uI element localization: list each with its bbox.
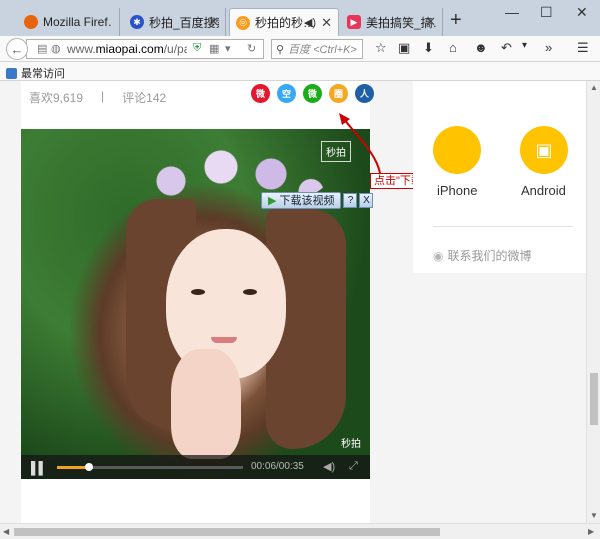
video-panel: 喜欢9,619 | 评论142 微 空 微 圈 人 秒拍 秒拍 ▌▌ 00:06… [21, 81, 374, 523]
navigation-toolbar: ▤ ◍ www.miaopai.com/u/pai ⛨ ▦ ▾ ↻ ← ⚲ 百度… [0, 36, 600, 62]
meipai-icon: ▶ [347, 15, 361, 29]
firefox-icon [24, 15, 38, 29]
scrollbar-thumb[interactable] [590, 373, 598, 425]
iphone-label[interactable]: iPhone [437, 183, 477, 198]
progress-bar[interactable] [57, 463, 243, 471]
undo-dropdown-icon[interactable]: ▾ [522, 40, 527, 51]
stats-separator: | [101, 89, 105, 103]
fullscreen-icon[interactable]: ⤢ [349, 460, 358, 473]
scroll-up-icon[interactable]: ▲ [590, 83, 598, 92]
play-icon: ▶ [268, 194, 277, 207]
android-label[interactable]: Android [521, 183, 566, 198]
weibo-link-label: 联系我们的微博 [447, 249, 532, 263]
dropdown-icon[interactable]: ▾ [225, 42, 231, 55]
scroll-right-icon[interactable]: ▶ [588, 527, 594, 536]
bookmarks-toolbar: 最常访问 [0, 62, 600, 81]
baidu-paw-icon: ✱ [130, 15, 144, 29]
tab-label: Mozilla Firef… [43, 15, 113, 29]
scroll-down-icon[interactable]: ▼ [590, 511, 598, 520]
close-icon[interactable]: ✕ [321, 15, 332, 31]
video-player[interactable]: 秒拍 秒拍 ▌▌ 00:06/00:35 ◀) ⤢ [21, 129, 370, 479]
close-download-button[interactable]: X [359, 192, 374, 208]
qzone-share-icon[interactable]: 空 [277, 84, 296, 103]
download-video-button[interactable]: ▶ 下载该视频 [261, 191, 342, 209]
help-button[interactable]: ? [343, 192, 358, 208]
new-tab-button[interactable]: + [450, 10, 462, 30]
back-button[interactable]: ← [6, 38, 28, 60]
weibo-share-icon[interactable]: 微 [251, 84, 270, 103]
page-content: 喜欢9,619 | 评论142 微 空 微 圈 人 秒拍 秒拍 ▌▌ 00:06… [0, 81, 586, 523]
wechat-share-icon[interactable]: 微 [303, 84, 322, 103]
close-icon[interactable]: ✕ [208, 14, 219, 30]
video-controls: ▌▌ 00:06/00:35 ◀) ⤢ [21, 455, 370, 479]
stats-row: 喜欢9,619 | 评论142 [29, 89, 166, 106]
search-icon: ⚲ [276, 43, 285, 56]
maximize-button[interactable]: ☐ [540, 4, 553, 21]
shield-icon[interactable]: ⛨ [193, 42, 201, 55]
download-icon[interactable]: ⬇ [423, 40, 434, 56]
tab-baidu-search[interactable]: ✱ 秒拍_百度搜索 ✕ [124, 8, 226, 36]
app-download-panel: iPhone ▣ Android ◉ 联系我们的微博 [413, 81, 586, 273]
progress-fill [57, 466, 89, 469]
url-text[interactable]: www.miaopai.com/u/pai [67, 42, 187, 56]
pause-icon[interactable]: ▌▌ [31, 461, 47, 475]
vertical-scrollbar[interactable]: ▲ ▼ [586, 81, 600, 523]
url-bar[interactable]: ▤ ◍ www.miaopai.com/u/pai ⛨ ▦ ▾ ↻ [26, 39, 264, 59]
emoji-icon[interactable]: ☻ [474, 40, 488, 55]
globe-icon: ◍ [51, 43, 61, 55]
video-time: 00:06/00:35 [251, 461, 304, 472]
bookmark-label: 最常访问 [21, 68, 65, 80]
scroll-left-icon[interactable]: ◀ [3, 527, 9, 536]
search-bar[interactable]: ⚲ 百度 <Ctrl+K> [271, 39, 363, 59]
reload-icon[interactable]: ↻ [247, 42, 256, 55]
scrollbar-thumb[interactable] [14, 528, 440, 536]
weibo-icon: ◉ [433, 248, 444, 263]
miaopai-icon: ◎ [236, 15, 250, 30]
undo-icon[interactable]: ↶ [501, 40, 512, 56]
home-icon[interactable]: ⌂ [449, 40, 457, 55]
tab-mozilla[interactable]: Mozilla Firef… [18, 8, 120, 36]
comments-count[interactable]: 评论142 [122, 89, 166, 106]
video-frame-eye [191, 289, 205, 295]
back-arrow-icon: ← [10, 41, 24, 57]
weibo-contact-link[interactable]: ◉ 联系我们的微博 [433, 247, 532, 264]
video-frame-hand [171, 349, 241, 459]
download-toolbar: ▶ 下载该视频 ? X [261, 191, 374, 209]
likes-count[interactable]: 喜欢9,619 [29, 89, 83, 106]
android-icon[interactable]: ▣ [520, 126, 568, 174]
divider [433, 226, 573, 227]
reading-list-icon[interactable]: ▣ [398, 40, 410, 56]
menu-icon[interactable]: ☰ [577, 40, 589, 56]
share-icons: 微 空 微 圈 人 [251, 84, 374, 103]
volume-icon[interactable]: ◀) [323, 460, 335, 473]
bookmark-star-icon[interactable]: ☆ [375, 40, 387, 56]
video-watermark-bottom: 秒拍 [341, 439, 361, 450]
speaker-icon[interactable]: ◀) [304, 16, 316, 29]
download-label: 下载该视频 [279, 195, 335, 207]
search-placeholder: 百度 <Ctrl+K> [288, 44, 357, 56]
moments-share-icon[interactable]: 圈 [329, 84, 348, 103]
overflow-icon[interactable]: » [545, 40, 552, 55]
video-frame-mouth [211, 337, 237, 343]
apple-icon[interactable] [433, 126, 481, 174]
tab-miaopai[interactable]: ◎ 秒拍的秒… ◀) ✕ [229, 8, 339, 36]
callout-arrow [339, 113, 381, 174]
close-icon[interactable]: ✕ [425, 14, 436, 30]
progress-knob[interactable] [84, 463, 93, 471]
tab-strip: Mozilla Firef… ✱ 秒拍_百度搜索 ✕ ◎ 秒拍的秒… ◀) ✕ … [0, 0, 600, 36]
video-frame-eye [243, 289, 257, 295]
folder-icon [6, 67, 17, 79]
tab-meipai[interactable]: ▶ 美拍搞笑_搞… ✕ [341, 8, 443, 36]
horizontal-scrollbar[interactable]: ◀ ▶ [0, 523, 600, 539]
minimize-button[interactable]: — [505, 4, 519, 20]
renren-share-icon[interactable]: 人 [355, 84, 374, 103]
bookmark-most-visited[interactable]: 最常访问 [6, 65, 65, 81]
close-window-button[interactable]: ✕ [576, 4, 588, 21]
qr-code-icon[interactable]: ▦ [209, 42, 219, 55]
reader-icon[interactable]: ▤ [37, 42, 47, 55]
